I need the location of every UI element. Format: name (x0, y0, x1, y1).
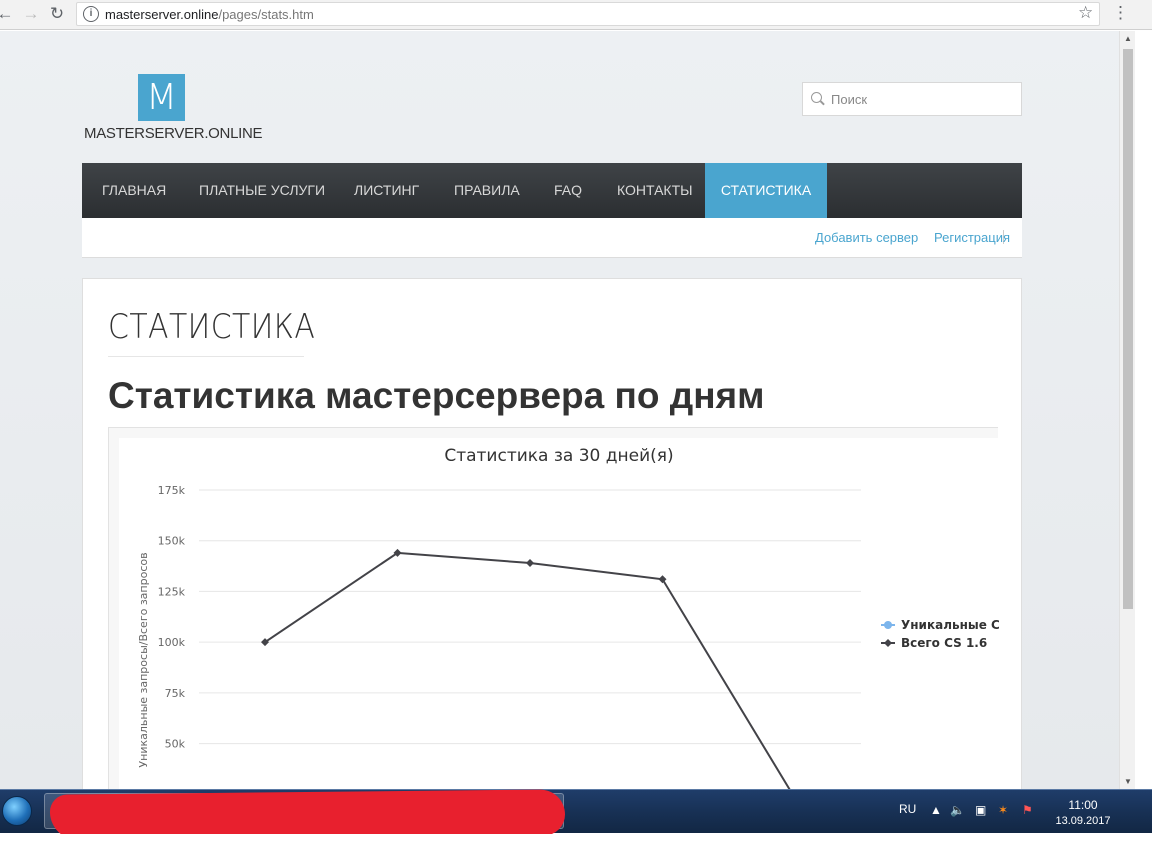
y-axis-label: Уникальные запросы/Всего запросов (137, 552, 150, 767)
title-divider (108, 356, 304, 357)
section-heading: Статистика мастерсервера по дням (108, 375, 765, 416)
language-indicator[interactable]: RU (899, 802, 916, 816)
windows-logo-icon[interactable] (2, 796, 32, 826)
clock-date[interactable]: 13.09.2017 (1053, 815, 1113, 827)
site-logo-icon[interactable]: M (138, 74, 185, 121)
redaction-mark (49, 789, 566, 841)
url-path: /pages/stats.htm (218, 7, 314, 22)
y-tick-label: 175k (158, 484, 186, 497)
y-tick-label: 100k (158, 636, 186, 649)
scroll-down-icon[interactable]: ▼ (1123, 777, 1133, 786)
nav-item-home[interactable]: ГЛАВНАЯ (82, 163, 186, 218)
reload-icon[interactable]: ↻ (46, 4, 68, 24)
site-logo-text[interactable]: MASTERSERVER.ONLINE (84, 125, 263, 142)
y-tick-label: 75k (165, 687, 186, 700)
forward-arrow-icon[interactable]: → (20, 4, 42, 24)
info-icon[interactable]: i (83, 6, 99, 22)
legend-label: Всего CS 1.6 (901, 636, 987, 650)
bookmark-star-icon[interactable]: ☆ (1078, 3, 1093, 23)
network-icon[interactable]: ▣ (975, 803, 986, 817)
nav-item-rules[interactable]: ПРАВИЛА (434, 163, 540, 218)
register-link[interactable]: Регистрация (934, 230, 1010, 245)
sub-nav: Добавить сервер Регистрация (82, 218, 1022, 258)
scroll-up-icon[interactable]: ▲ (1123, 34, 1133, 43)
antivirus-icon[interactable]: ✶ (998, 803, 1008, 817)
page-title: СТАТИСТИКА (108, 307, 316, 347)
line-chart: Статистика за 30 дней(я)25k50k75k100k125… (137, 446, 999, 789)
url-host: masterserver.online (105, 7, 219, 22)
nav-item-faq[interactable]: FAQ (534, 163, 602, 218)
data-point (526, 559, 534, 568)
clock-time[interactable]: 11:00 (1053, 798, 1113, 812)
search-icon (811, 92, 822, 103)
nav-item-contacts[interactable]: КОНТАКТЫ (597, 163, 713, 218)
chart-container: Статистика за 30 дней(я)25k50k75k100k125… (119, 438, 999, 789)
browser-toolbar: ← → ↻ i masterserver.online/pages/stats.… (0, 0, 1152, 30)
url-text: masterserver.online/pages/stats.htm (105, 7, 314, 22)
flag-alert-icon[interactable]: ⚑ (1022, 803, 1033, 817)
main-nav: ГЛАВНАЯ ПЛАТНЫЕ УСЛУГИ ЛИСТИНГ ПРАВИЛА F… (82, 163, 1022, 218)
browser-menu-icon[interactable]: ⋮ (1112, 3, 1129, 23)
y-tick-label: 125k (158, 585, 186, 598)
start-button[interactable] (0, 792, 32, 830)
nav-item-listing[interactable]: ЛИСТИНГ (334, 163, 439, 218)
nav-item-statistics[interactable]: СТАТИСТИКА (705, 163, 827, 218)
show-hidden-icons-icon[interactable]: ▲ (930, 803, 942, 817)
chart-frame: Статистика за 30 дней(я)25k50k75k100k125… (108, 427, 999, 789)
window-edge (1135, 31, 1152, 789)
series-line-total-cs (264, 551, 791, 789)
search-input[interactable] (831, 89, 1011, 109)
back-arrow-icon[interactable]: ← (0, 4, 16, 24)
screen-margin (0, 834, 1152, 864)
y-tick-label: 50k (165, 738, 186, 751)
y-tick-label: 150k (158, 535, 186, 548)
add-server-link[interactable]: Добавить сервер (815, 230, 918, 245)
legend-label: Уникальные CS (901, 618, 999, 632)
volume-icon[interactable]: 🔈 (950, 803, 965, 817)
chart-title: Статистика за 30 дней(я) (444, 446, 673, 466)
vertical-scrollbar[interactable]: ▲ ▼ (1119, 31, 1135, 789)
legend-marker (884, 639, 892, 647)
address-bar[interactable]: i masterserver.online/pages/stats.htm (76, 2, 1100, 26)
content-card: СТАТИСТИКА Статистика мастерсервера по д… (82, 278, 1022, 789)
page-viewport: M MASTERSERVER.ONLINE ГЛАВНАЯ ПЛАТНЫЕ УС… (0, 31, 1119, 789)
scroll-thumb[interactable] (1123, 49, 1133, 609)
search-box (802, 82, 1022, 116)
nav-item-paid-services[interactable]: ПЛАТНЫЕ УСЛУГИ (179, 163, 345, 218)
legend-marker (884, 621, 892, 629)
